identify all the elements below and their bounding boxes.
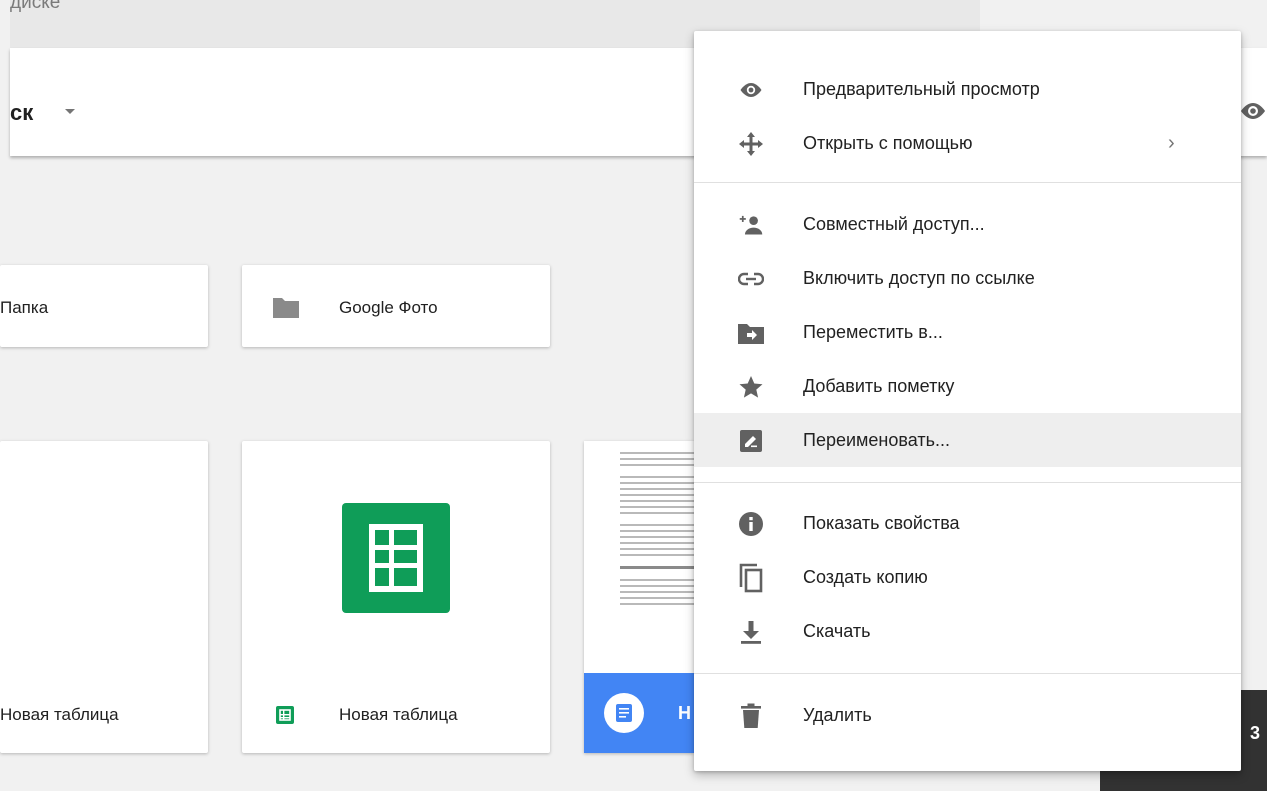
folder-icon (273, 296, 299, 323)
menu-item-copy[interactable]: Создать копию (694, 550, 1241, 604)
star-icon (738, 374, 764, 400)
menu-divider (694, 482, 1241, 483)
menu-item-label: Удалить (803, 705, 872, 725)
download-icon (738, 619, 764, 645)
menu-item-delete[interactable]: Удалить (694, 688, 1241, 742)
file-label: Н (678, 703, 691, 723)
preview-eye-icon[interactable] (1238, 98, 1267, 129)
menu-item-label: Создать копию (803, 567, 928, 587)
context-menu: Предварительный просмотр Открыть с помощ… (694, 31, 1241, 771)
menu-item-move-to[interactable]: Переместить в... (694, 305, 1241, 359)
menu-item-label: Включить доступ по ссылке (803, 268, 1035, 288)
menu-item-label: Добавить пометку (803, 376, 955, 396)
location-title[interactable]: ск (10, 100, 33, 126)
move-to-folder-icon (738, 320, 764, 346)
menu-divider (694, 182, 1241, 183)
menu-item-label: Совместный доступ... (803, 214, 985, 234)
sheets-thumbnail-icon (342, 503, 450, 618)
copy-icon (738, 563, 764, 593)
info-icon (738, 511, 764, 537)
rename-icon (738, 428, 764, 454)
menu-item-properties[interactable]: Показать свойства (694, 496, 1241, 550)
move-arrows-icon (738, 131, 764, 157)
file-label: Новая таблица (339, 705, 458, 724)
link-icon (738, 266, 764, 292)
snackbar-text: 3 (1250, 723, 1261, 743)
menu-item-preview[interactable]: Предварительный просмотр (694, 62, 1241, 116)
sheets-small-icon (276, 706, 294, 729)
folder-label: Google Фото (339, 298, 438, 317)
menu-item-label: Переименовать... (803, 430, 950, 450)
add-person-icon (738, 212, 764, 238)
menu-item-share[interactable]: Совместный доступ... (694, 197, 1241, 251)
folder-label: Папка (0, 298, 49, 317)
menu-item-label: Предварительный просмотр (803, 79, 1040, 99)
menu-item-download[interactable]: Скачать (694, 604, 1241, 658)
menu-item-label: Показать свойства (803, 513, 960, 533)
docs-icon (604, 693, 644, 733)
doc-thumbnail (620, 448, 700, 605)
menu-item-label: Открыть с помощью (803, 133, 973, 153)
menu-item-label: Переместить в... (803, 322, 943, 342)
menu-item-link-access[interactable]: Включить доступ по ссылке (694, 251, 1241, 305)
menu-item-open-with[interactable]: Открыть с помощью › (694, 116, 1241, 170)
search-bar-text: диске (10, 0, 61, 13)
menu-item-rename[interactable]: Переименовать... (694, 413, 1241, 467)
caret-down-icon[interactable] (65, 109, 75, 114)
trash-icon (738, 703, 764, 729)
menu-divider (694, 673, 1241, 674)
menu-item-label: Скачать (803, 621, 871, 641)
chevron-right-icon: › (1168, 132, 1175, 154)
menu-item-star[interactable]: Добавить пометку (694, 359, 1241, 413)
file-label: Новая таблица (0, 705, 119, 724)
eye-icon (738, 77, 764, 103)
